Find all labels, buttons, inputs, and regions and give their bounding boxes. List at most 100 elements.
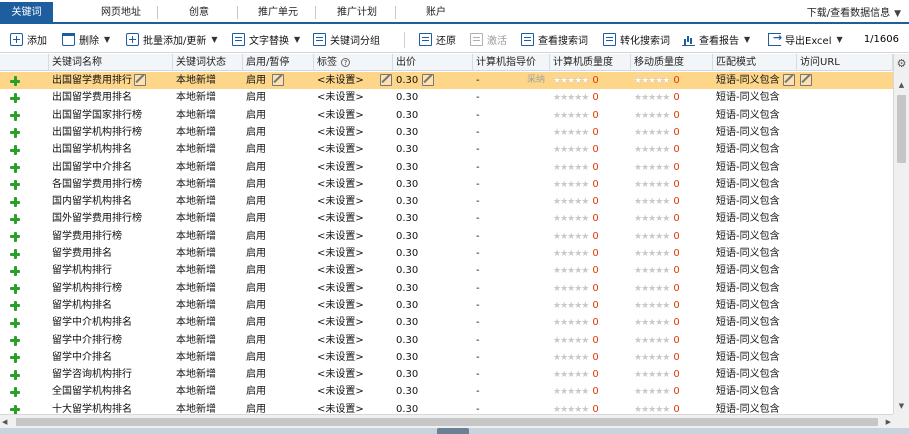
plus-icon[interactable]: [10, 127, 20, 138]
convert-search-terms-button[interactable]: 转化搜索词: [603, 26, 670, 53]
header-tag[interactable]: 标签?: [314, 54, 393, 71]
keyword-group-button[interactable]: 关键词分组: [313, 26, 380, 53]
table-row[interactable]: 出国留学费用排行 本地新增 启用 <未设置> 0.30- 采纳 ★★★★★ 0 ★★★★★ 0 短语…: [0, 72, 893, 90]
delete-button[interactable]: 删除 ▼: [62, 26, 110, 53]
table-row[interactable]: 留学中介排行榜 本地新增 启用 <未设置> 0.30- ★★★★★ 0 ★★★★★ 0 短语-同义…: [0, 332, 893, 349]
vertical-scroll-thumb[interactable]: [897, 95, 906, 163]
table-row[interactable]: 出国留学国家排行榜 本地新增 启用 <未设置> 0.30- ★★★★★ 0 ★★★★★ 0 短语-…: [0, 107, 893, 124]
plus-icon[interactable]: [10, 370, 20, 381]
table-row[interactable]: 出国留学机构排行榜 本地新增 启用 <未设置> 0.30- ★★★★★ 0 ★★★★★ 0 短语-…: [0, 124, 893, 141]
panel-resize-handle[interactable]: [437, 428, 469, 434]
edit-icon[interactable]: [272, 74, 284, 86]
match-cell: 短语-同义包含: [713, 107, 797, 124]
help-icon[interactable]: ?: [341, 58, 350, 67]
plus-icon[interactable]: [10, 110, 20, 121]
table-row[interactable]: 各国留学费用排行榜 本地新增 启用 <未设置> 0.30- ★★★★★ 0 ★★★★★ 0 短语-…: [0, 176, 893, 193]
header-enable[interactable]: 启用/暂停: [243, 54, 314, 71]
adopt-suggestion-link[interactable]: 采纳: [527, 72, 545, 89]
plus-icon[interactable]: [10, 249, 20, 259]
header-match[interactable]: 匹配模式: [713, 54, 797, 71]
batch-add-update-button[interactable]: 批量添加/更新 ▼: [126, 26, 218, 53]
plus-icon[interactable]: [10, 335, 20, 346]
tab-campaigns[interactable]: 推广计划: [318, 3, 396, 22]
header-mobile-quality[interactable]: 移动质量度: [631, 54, 713, 71]
scroll-left-icon[interactable]: ◀: [2, 415, 7, 429]
header-status[interactable]: 关键词状态: [173, 54, 243, 71]
header-url[interactable]: 访问URL: [797, 54, 893, 71]
view-report-button[interactable]: 查看报告 ▼: [682, 26, 750, 53]
table-row[interactable]: 留学中介机构排名 本地新增 启用 <未设置> 0.30- ★★★★★ 0 ★★★★★ 0 短语-同…: [0, 314, 893, 331]
download-data-menu[interactable]: 下载/查看数据信息 ▼: [807, 4, 901, 19]
restore-button[interactable]: 还原: [419, 26, 456, 53]
table-row[interactable]: 国外留学费用排行榜 本地新增 启用 <未设置> 0.30- ★★★★★ 0 ★★★★★ 0 短语-…: [0, 210, 893, 227]
edit-icon[interactable]: [800, 74, 812, 86]
plus-icon[interactable]: [10, 179, 20, 190]
edit-icon[interactable]: [134, 74, 146, 86]
table-row[interactable]: 全国留学机构排名 本地新增 启用 <未设置> 0.30- ★★★★★ 0 ★★★★★ 0 短语-同…: [0, 383, 893, 400]
header-pc-guide[interactable]: 计算机指导价: [473, 54, 550, 71]
gear-icon[interactable]: ⚙: [896, 58, 907, 69]
table-row[interactable]: 出国留学机构排名 本地新增 启用 <未设置> 0.30- ★★★★★ 0 ★★★★★ 0 短语-同…: [0, 141, 893, 158]
scroll-up-icon[interactable]: ▲: [894, 78, 909, 93]
activate-button[interactable]: 激活: [470, 26, 507, 53]
plus-icon[interactable]: [10, 76, 20, 86]
chevron-down-icon[interactable]: ▼: [744, 35, 750, 44]
chevron-down-icon[interactable]: ▼: [294, 35, 300, 44]
add-label: 添加: [27, 36, 47, 47]
tab-urls[interactable]: 网页地址: [84, 3, 158, 22]
horizontal-scroll-thumb[interactable]: [16, 418, 878, 426]
plus-icon[interactable]: [10, 387, 20, 398]
pc-quality-cell: ★★★★★ 0: [550, 89, 631, 106]
chevron-down-icon[interactable]: ▼: [211, 35, 217, 44]
table-row[interactable]: 留学机构排名 本地新增 启用 <未设置> 0.30- ★★★★★ 0 ★★★★★ 0 短语-同义包…: [0, 297, 893, 314]
plus-icon[interactable]: [10, 352, 20, 363]
table-row[interactable]: 留学机构排行 本地新增 启用 <未设置> 0.30- ★★★★★ 0 ★★★★★ 0 短语-同义包…: [0, 262, 893, 279]
export-excel-button[interactable]: 导出Excel ▼: [768, 26, 843, 53]
plus-icon[interactable]: [10, 266, 20, 277]
edit-icon[interactable]: [380, 74, 392, 86]
table-row[interactable]: 十大留学机构排名 本地新增 启用 <未设置> 0.30- ★★★★★ 0 ★★★★★ 0 短语-同…: [0, 401, 893, 414]
table-row[interactable]: 留学咨询机构排行 本地新增 启用 <未设置> 0.30- ★★★★★ 0 ★★★★★ 0 短语-同…: [0, 366, 893, 383]
plus-icon[interactable]: [10, 283, 20, 294]
tab-adgroups[interactable]: 推广单元: [240, 3, 316, 22]
plus-icon[interactable]: [10, 214, 20, 225]
table-row[interactable]: 国内留学机构排名 本地新增 启用 <未设置> 0.30- ★★★★★ 0 ★★★★★ 0 短语-同…: [0, 193, 893, 210]
plus-icon[interactable]: [10, 162, 20, 173]
view-search-terms-button[interactable]: 查看搜索词: [521, 26, 588, 53]
tab-creatives[interactable]: 创意: [160, 3, 238, 22]
tab-account[interactable]: 账户: [398, 3, 474, 22]
match-cell: 短语-同义包含: [713, 245, 797, 262]
header-bid[interactable]: 出价: [393, 54, 473, 71]
edit-icon[interactable]: [783, 74, 795, 86]
chevron-down-icon[interactable]: ▼: [104, 35, 110, 44]
text-replace-button[interactable]: 文字替换 ▼: [232, 26, 300, 53]
plus-icon[interactable]: [10, 145, 20, 156]
add-button[interactable]: 添加: [10, 26, 47, 53]
plus-icon[interactable]: [10, 300, 20, 311]
edit-icon[interactable]: [422, 74, 434, 86]
mobile-quality-cell: ★★★★★ 0: [631, 366, 713, 383]
plus-icon[interactable]: [10, 404, 20, 414]
plus-icon[interactable]: [10, 231, 20, 242]
plus-icon[interactable]: [10, 93, 20, 104]
table-row[interactable]: 留学费用排名 本地新增 启用 <未设置> 0.30- ★★★★★ 0 ★★★★★ 0 短语-同义包…: [0, 245, 893, 262]
scroll-down-icon[interactable]: ▼: [894, 399, 909, 414]
enable-cell: 启用: [243, 124, 314, 141]
header-keyword[interactable]: 关键词名称: [49, 54, 173, 71]
scroll-right-icon[interactable]: ▶: [886, 415, 891, 429]
quality-score: 0: [673, 386, 680, 398]
table-row[interactable]: 留学费用排行榜 本地新增 启用 <未设置> 0.30- ★★★★★ 0 ★★★★★ 0 短语-同义…: [0, 228, 893, 245]
plus-icon[interactable]: [10, 318, 20, 329]
table-row[interactable]: 出国留学中介排名 本地新增 启用 <未设置> 0.30- ★★★★★ 0 ★★★★★ 0 短语-同…: [0, 159, 893, 176]
chevron-down-icon[interactable]: ▼: [837, 35, 843, 44]
table-row[interactable]: 出国留学费用排名 本地新增 启用 <未设置> 0.30- ★★★★★ 0 ★★★★★ 0 短语-同…: [0, 89, 893, 106]
vertical-scrollbar[interactable]: ⚙ ▲ ▼: [893, 54, 909, 414]
tab-keywords[interactable]: 关键词: [0, 2, 53, 24]
star-icon: ★★★★★: [634, 162, 670, 173]
table-row[interactable]: 留学机构排行榜 本地新增 启用 <未设置> 0.30- ★★★★★ 0 ★★★★★ 0 短语-同义…: [0, 280, 893, 297]
table-row[interactable]: 留学中介排名 本地新增 启用 <未设置> 0.30- ★★★★★ 0 ★★★★★ 0 短语-同义包…: [0, 349, 893, 366]
horizontal-scrollbar[interactable]: ◀ ▶: [0, 414, 893, 428]
plus-icon[interactable]: [10, 197, 20, 208]
match-cell-text: 短语-同义包含: [716, 248, 780, 259]
header-pc-quality[interactable]: 计算机质量度: [550, 54, 631, 71]
